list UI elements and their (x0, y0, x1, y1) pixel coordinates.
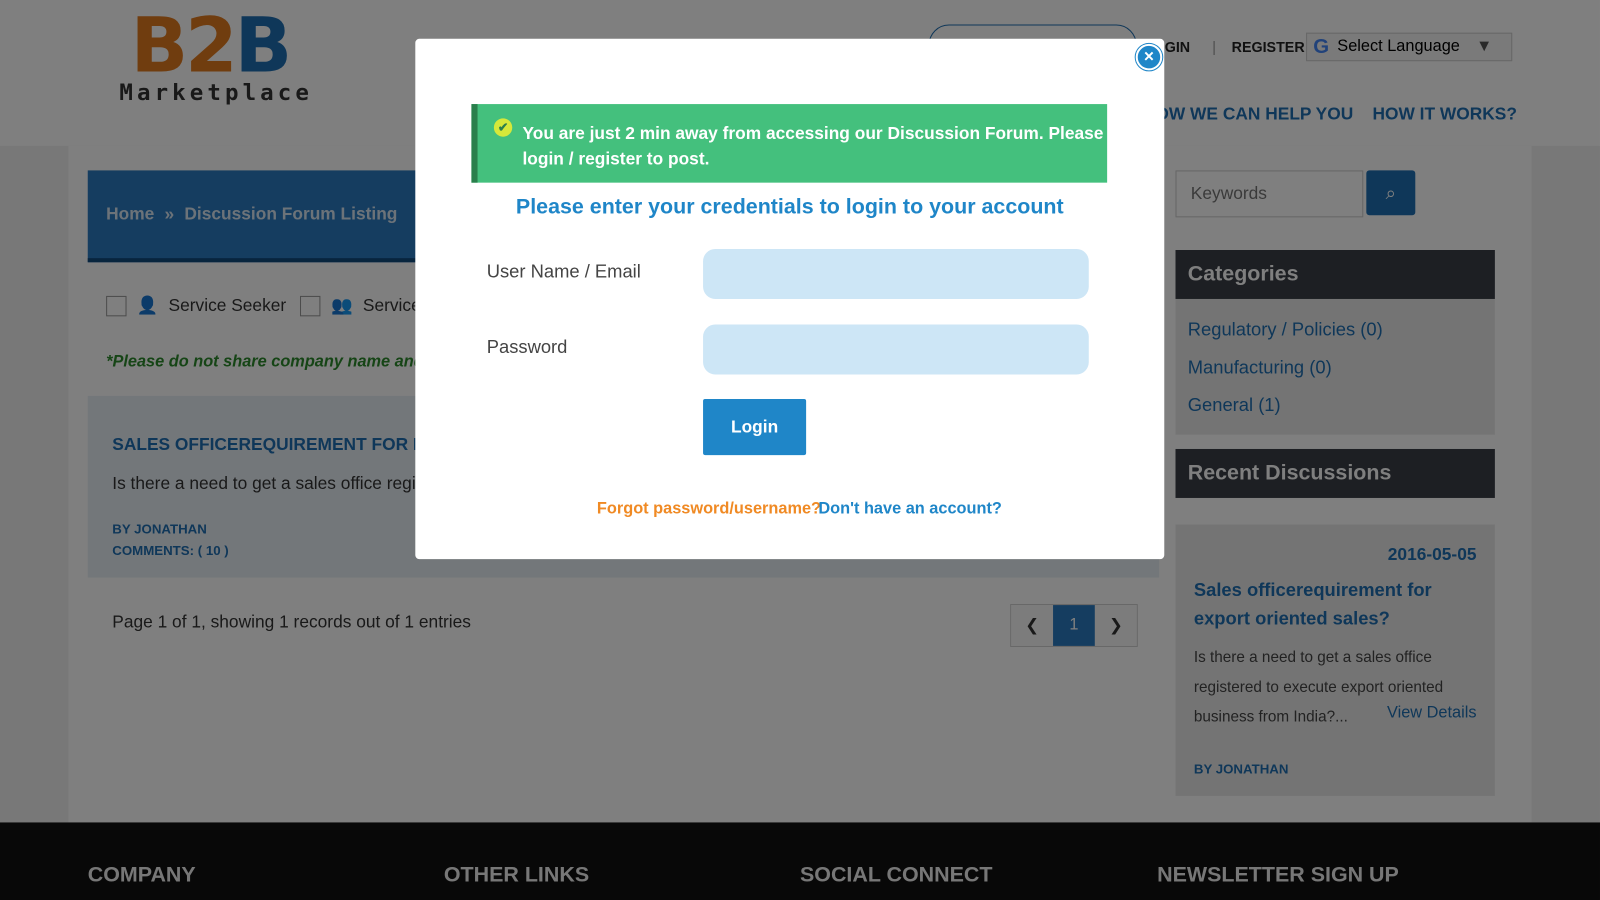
username-input[interactable] (703, 248, 1089, 299)
check-icon: ✔ (493, 118, 513, 137)
info-alert: ✔ You are just 2 min away from accessing … (471, 104, 1108, 183)
signup-link[interactable]: Don't have an account? (818, 500, 1001, 518)
modal-title: Please enter your credentials to login t… (515, 194, 1064, 219)
username-label: User Name / Email (486, 261, 641, 282)
login-modal: × ✔ You are just 2 min away from accessin… (415, 38, 1165, 560)
forgot-password-link[interactable]: Forgot password/username? (597, 500, 821, 518)
close-modal-button[interactable]: × (1135, 43, 1163, 71)
password-label: Password (486, 336, 568, 358)
password-input[interactable] (703, 324, 1089, 375)
login-button[interactable]: Login (703, 398, 807, 456)
